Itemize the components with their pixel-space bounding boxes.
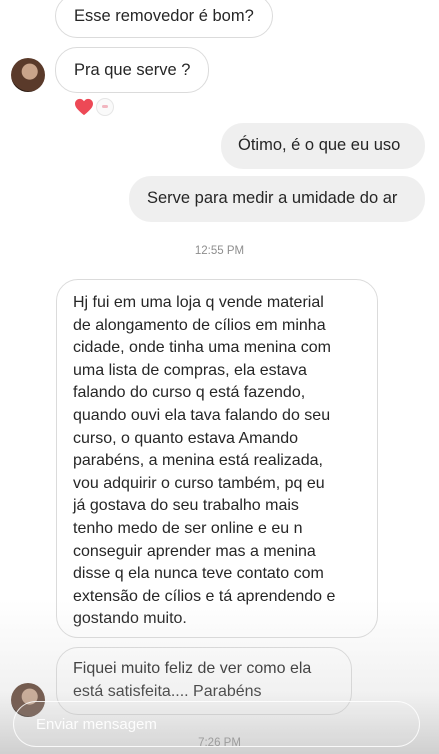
message-text: Pra que serve ? (74, 61, 191, 79)
sender-avatar[interactable] (11, 58, 45, 92)
heart-icon[interactable] (74, 98, 94, 116)
message-text: Esse removedor é bom? (74, 7, 254, 25)
message-text: Ótimo, é o que eu uso (238, 136, 401, 154)
message-bubble-incoming[interactable]: Esse removedor é bom? (55, 0, 273, 38)
message-text: Serve para medir a umidade do ar (147, 189, 398, 207)
message-bubble-incoming[interactable]: Pra que serve ? (55, 47, 210, 93)
timestamp: 12:55 PM (194, 245, 245, 257)
reaction-avatar (96, 98, 114, 116)
message-bubble-outgoing[interactable]: Ótimo, é o que eu uso (221, 123, 425, 169)
message-input[interactable] (36, 714, 396, 731)
message-bubble-outgoing[interactable]: Serve para medir a umidade do ar (129, 176, 425, 222)
message-composer[interactable]: Enviar mensagem (13, 701, 420, 747)
message-text: Hj fui em uma loja q vende material de a… (73, 294, 336, 628)
message-bubble-incoming[interactable]: Hj fui em uma loja q vende material de a… (56, 279, 378, 638)
